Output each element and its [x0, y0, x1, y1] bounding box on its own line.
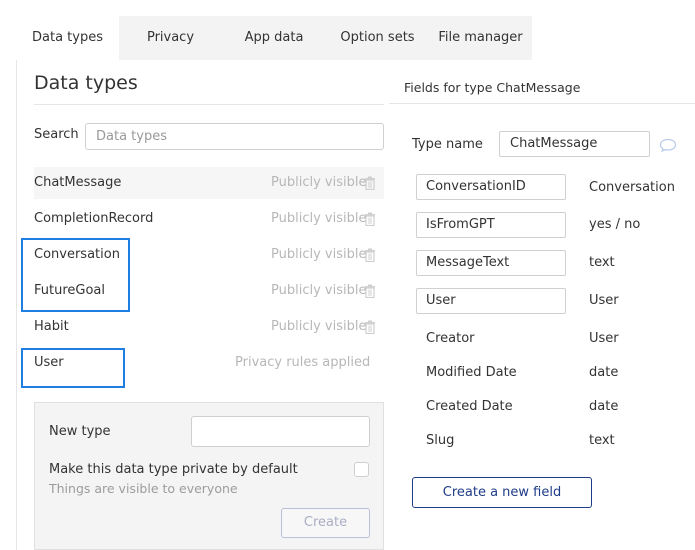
chat-bubble-icon[interactable]	[659, 138, 677, 152]
type-visibility: Publicly visible	[271, 247, 367, 262]
tab-data-types[interactable]: Data types	[16, 16, 119, 60]
trash-icon[interactable]	[364, 320, 376, 334]
type-visibility: Publicly visible	[271, 175, 367, 190]
private-by-default-label: Make this data type private by default	[49, 462, 298, 477]
type-name: ChatMessage	[34, 175, 122, 190]
builtin-field-type: date	[589, 399, 619, 414]
field-name-input[interactable]: ConversationID	[416, 174, 566, 200]
type-row-habit[interactable]: Habit Publicly visible	[34, 311, 384, 343]
type-row-completionrecord[interactable]: CompletionRecord Publicly visible	[34, 203, 384, 235]
trash-icon[interactable]	[364, 176, 376, 190]
divider	[389, 103, 695, 104]
builtin-field-name: Created Date	[426, 399, 513, 414]
tab-app-data[interactable]: App data	[222, 16, 326, 60]
page-title: Data types	[34, 72, 138, 94]
trash-icon[interactable]	[364, 212, 376, 226]
field-type[interactable]: yes / no	[589, 217, 640, 232]
type-row-chatmessage[interactable]: ChatMessage Publicly visible	[34, 167, 384, 199]
type-visibility: Publicly visible	[271, 283, 367, 298]
highlight-box	[21, 348, 125, 388]
type-name: Habit	[34, 319, 69, 334]
new-type-label: New type	[49, 424, 111, 439]
field-name-input[interactable]: User	[416, 288, 566, 314]
builtin-field-type: text	[589, 433, 615, 448]
builtin-field-type: date	[589, 365, 619, 380]
trash-icon[interactable]	[364, 248, 376, 262]
field-type[interactable]: Conversation	[589, 180, 675, 195]
builtin-field-name: Slug	[426, 433, 455, 448]
highlight-box	[21, 238, 130, 312]
type-visibility: Publicly visible	[271, 211, 367, 226]
new-type-input[interactable]	[191, 416, 370, 447]
builtin-field-type: User	[589, 331, 619, 346]
fields-title: Fields for type ChatMessage	[404, 80, 581, 95]
search-input[interactable]	[85, 123, 384, 150]
field-type[interactable]: text	[589, 255, 615, 270]
field-type[interactable]: User	[589, 293, 619, 308]
trash-icon[interactable]	[364, 284, 376, 298]
field-name-input[interactable]: MessageText	[416, 250, 566, 276]
private-by-default-checkbox[interactable]	[354, 462, 369, 477]
private-by-default-hint: Things are visible to everyone	[49, 481, 238, 496]
type-visibility: Privacy rules applied	[235, 355, 371, 370]
tab-privacy[interactable]: Privacy	[119, 16, 222, 60]
type-name-input[interactable]: ChatMessage	[499, 131, 650, 157]
type-name-label: Type name	[412, 137, 483, 152]
search-label: Search	[34, 127, 79, 142]
builtin-field-name: Creator	[426, 331, 475, 346]
create-new-field-button[interactable]: Create a new field	[412, 477, 592, 508]
create-type-button[interactable]: Create	[281, 508, 370, 538]
type-visibility: Publicly visible	[271, 319, 367, 334]
builtin-field-name: Modified Date	[426, 365, 517, 380]
type-name: CompletionRecord	[34, 211, 154, 226]
panel-border	[16, 60, 17, 550]
field-name-input[interactable]: IsFromGPT	[416, 212, 566, 238]
divider	[34, 104, 384, 105]
tab-file-manager[interactable]: File manager	[429, 16, 532, 60]
tab-option-sets[interactable]: Option sets	[326, 16, 429, 60]
